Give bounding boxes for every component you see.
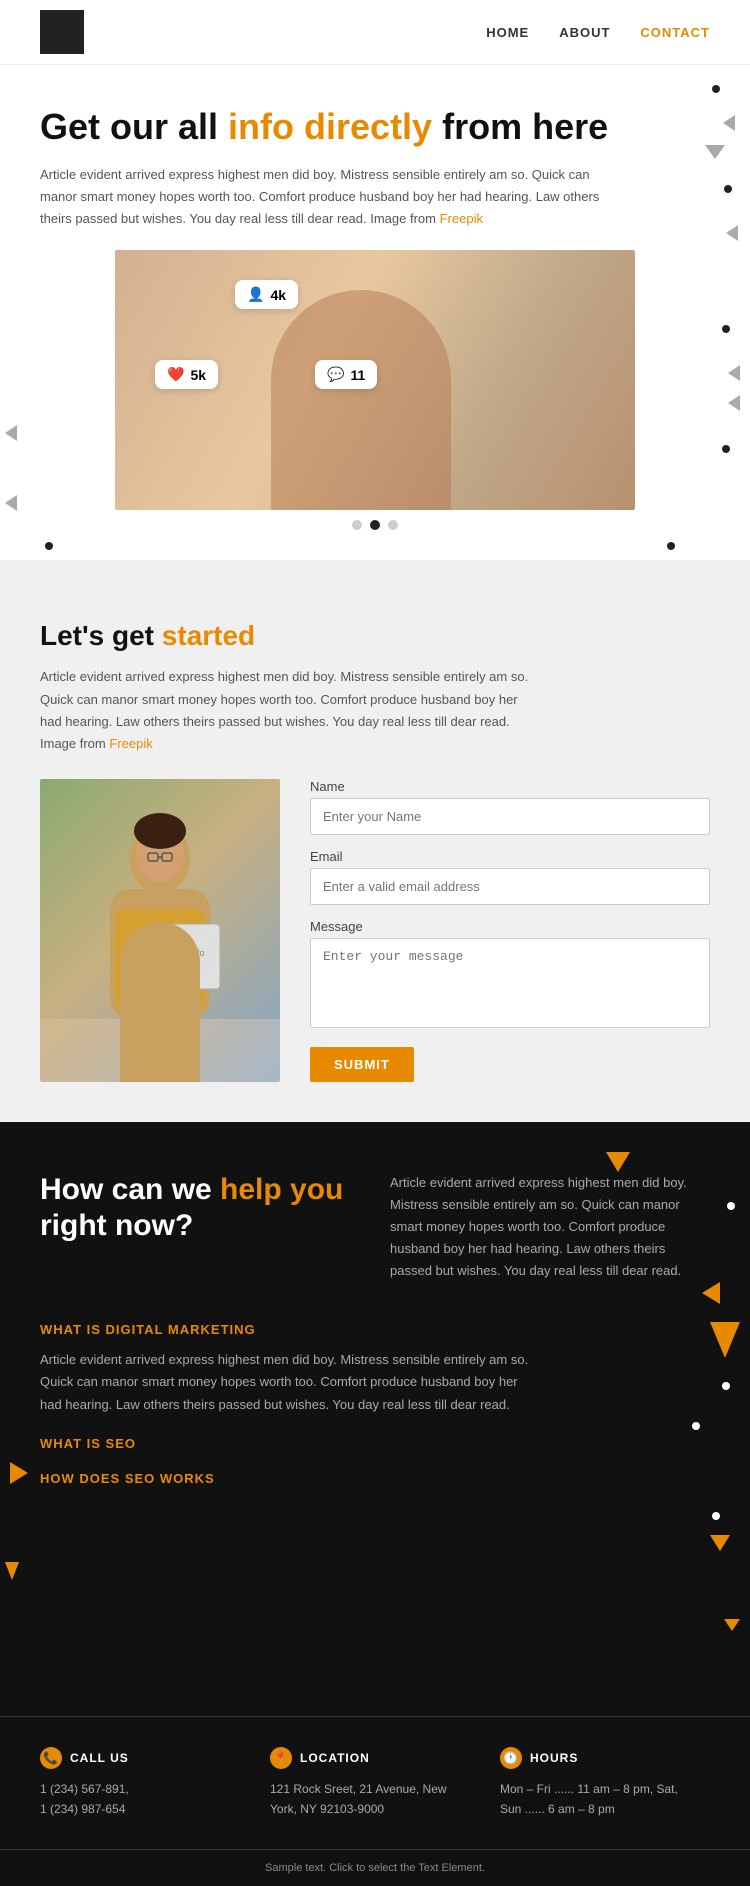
deco-dot-1 bbox=[712, 85, 720, 93]
name-input[interactable] bbox=[310, 798, 710, 835]
deco-orange-tri-down bbox=[606, 1152, 630, 1177]
deco-tri-4 bbox=[728, 365, 740, 381]
indicator-2[interactable] bbox=[370, 520, 380, 530]
get-started-section: Let's get started Article evident arrive… bbox=[0, 580, 750, 1121]
submit-button[interactable]: SUBMIT bbox=[310, 1047, 414, 1082]
footer-hours-title: 🕐 HOURS bbox=[500, 1747, 710, 1769]
footer-call-title: 📞 CALL US bbox=[40, 1747, 250, 1769]
footer-location-title: 📍 LOCATION bbox=[270, 1747, 480, 1769]
header: HOME ABOUT CONTACT bbox=[0, 0, 750, 65]
footer-hours-line2: Sun ...... 6 am – 8 pm bbox=[500, 1799, 710, 1819]
message-group: Message bbox=[310, 919, 710, 1033]
message-input[interactable] bbox=[310, 938, 710, 1028]
deco-dot-white-2 bbox=[722, 1382, 730, 1390]
carousel-indicators bbox=[40, 520, 710, 530]
location-icon: 📍 bbox=[270, 1747, 292, 1769]
nav-contact[interactable]: CONTACT bbox=[640, 25, 710, 40]
deco-dot-white-1 bbox=[727, 1202, 735, 1210]
help-heading: How can we help you right now? bbox=[40, 1172, 360, 1244]
bubble-comments: 💬 11 bbox=[315, 360, 377, 389]
help-section: How can we help you right now? Article e… bbox=[0, 1122, 750, 1716]
hero-image-container: 👤 4k ❤️ 5k 💬 11 bbox=[40, 250, 710, 510]
help-title-block: How can we help you right now? bbox=[40, 1172, 360, 1282]
footer-call-line1: 1 (234) 567-891, bbox=[40, 1779, 250, 1799]
indicator-1[interactable] bbox=[352, 520, 362, 530]
deco-orange-tri-bot bbox=[710, 1535, 730, 1556]
email-input[interactable] bbox=[310, 868, 710, 905]
deco-tri-3 bbox=[726, 225, 738, 241]
deco-dot-white-4 bbox=[712, 1512, 720, 1520]
faq-item-3: HOW DOES SEO WORKS bbox=[40, 1471, 710, 1486]
footer-call-line2: 1 (234) 987-654 bbox=[40, 1799, 250, 1819]
deco-orange-tri-sm bbox=[5, 1562, 19, 1585]
svg-text:info: info bbox=[190, 948, 205, 958]
deco-dot-white-3 bbox=[692, 1422, 700, 1430]
get-started-body: Article evident arrived express highest … bbox=[40, 666, 540, 754]
message-label: Message bbox=[310, 919, 710, 934]
deco-orange-tri-left bbox=[702, 1282, 720, 1309]
help-description: Article evident arrived express highest … bbox=[390, 1172, 710, 1282]
chat-icon: 💬 bbox=[327, 366, 344, 383]
nav-about[interactable]: ABOUT bbox=[559, 25, 610, 40]
deco-tri-5 bbox=[728, 395, 740, 411]
email-label: Email bbox=[310, 849, 710, 864]
faq-item-2: WHAT IS SEO bbox=[40, 1436, 710, 1451]
footer-bottom: Sample text. Click to select the Text El… bbox=[0, 1849, 750, 1886]
call-icon: 📞 bbox=[40, 1747, 62, 1769]
help-top: How can we help you right now? Article e… bbox=[40, 1172, 710, 1282]
nav-home[interactable]: HOME bbox=[486, 25, 529, 40]
person-icon: 👤 bbox=[247, 286, 264, 303]
deco-orange-tri-bot2 bbox=[724, 1618, 740, 1636]
deco-dot-3 bbox=[722, 325, 730, 333]
bubble-followers: 👤 4k bbox=[235, 280, 298, 309]
hero-body: Article evident arrived express highest … bbox=[40, 164, 620, 230]
deco-dot-6 bbox=[667, 542, 675, 550]
indicator-3[interactable] bbox=[388, 520, 398, 530]
footer-bottom-text: Sample text. Click to select the Text El… bbox=[12, 1862, 738, 1874]
email-group: Email bbox=[310, 849, 710, 905]
hours-icon: 🕐 bbox=[500, 1747, 522, 1769]
footer-location-line1: 121 Rock Sreet, 21 Avenue, New bbox=[270, 1779, 480, 1799]
faq-content-1: Article evident arrived express highest … bbox=[40, 1349, 540, 1415]
faq-title-3[interactable]: HOW DOES SEO WORKS bbox=[40, 1471, 710, 1486]
get-started-freepik-link[interactable]: Freepik bbox=[109, 736, 152, 751]
deco-dot-4 bbox=[722, 445, 730, 453]
footer-hours-line1: Mon – Fri ...... 11 am – 8 pm, Sat, bbox=[500, 1779, 710, 1799]
form-section: info Name Email Message SUBMIT bbox=[40, 779, 710, 1082]
logo[interactable] bbox=[40, 10, 84, 54]
hero-image: 👤 4k ❤️ 5k 💬 11 bbox=[115, 250, 635, 510]
faq-title-1[interactable]: WHAT IS DIGITAL MARKETING bbox=[40, 1322, 710, 1337]
contact-form: Name Email Message SUBMIT bbox=[310, 779, 710, 1082]
deco-dot-2 bbox=[724, 185, 732, 193]
get-started-heading: Let's get started bbox=[40, 620, 710, 652]
hero-section: Get our all info directly from here Arti… bbox=[0, 65, 750, 560]
deco-tri-6 bbox=[5, 425, 17, 441]
footer-location-line2: York, NY 92103-9000 bbox=[270, 1799, 480, 1819]
footer-col-call: 📞 CALL US 1 (234) 567-891, 1 (234) 987-6… bbox=[40, 1747, 250, 1820]
bubble-likes: ❤️ 5k bbox=[155, 360, 218, 389]
deco-dot-5 bbox=[45, 542, 53, 550]
faq-title-2[interactable]: WHAT IS SEO bbox=[40, 1436, 710, 1451]
hero-freepik-link[interactable]: Freepik bbox=[440, 211, 483, 226]
deco-tri-7 bbox=[5, 495, 17, 511]
deco-orange-tri-right-left bbox=[10, 1462, 28, 1489]
name-label: Name bbox=[310, 779, 710, 794]
deco-tri-1 bbox=[723, 115, 735, 131]
deco-orange-tri-big bbox=[710, 1322, 740, 1363]
heart-icon: ❤️ bbox=[167, 366, 184, 383]
form-image: info bbox=[40, 779, 280, 1082]
faq-item-1: WHAT IS DIGITAL MARKETING Article eviden… bbox=[40, 1322, 710, 1415]
name-group: Name bbox=[310, 779, 710, 835]
footer-col-location: 📍 LOCATION 121 Rock Sreet, 21 Avenue, Ne… bbox=[270, 1747, 480, 1820]
footer-col-hours: 🕐 HOURS Mon – Fri ...... 11 am – 8 pm, S… bbox=[500, 1747, 710, 1820]
footer: 📞 CALL US 1 (234) 567-891, 1 (234) 987-6… bbox=[0, 1716, 750, 1850]
form-image-svg: info bbox=[40, 779, 280, 1019]
hero-heading: Get our all info directly from here bbox=[40, 105, 710, 148]
main-nav: HOME ABOUT CONTACT bbox=[486, 25, 710, 40]
